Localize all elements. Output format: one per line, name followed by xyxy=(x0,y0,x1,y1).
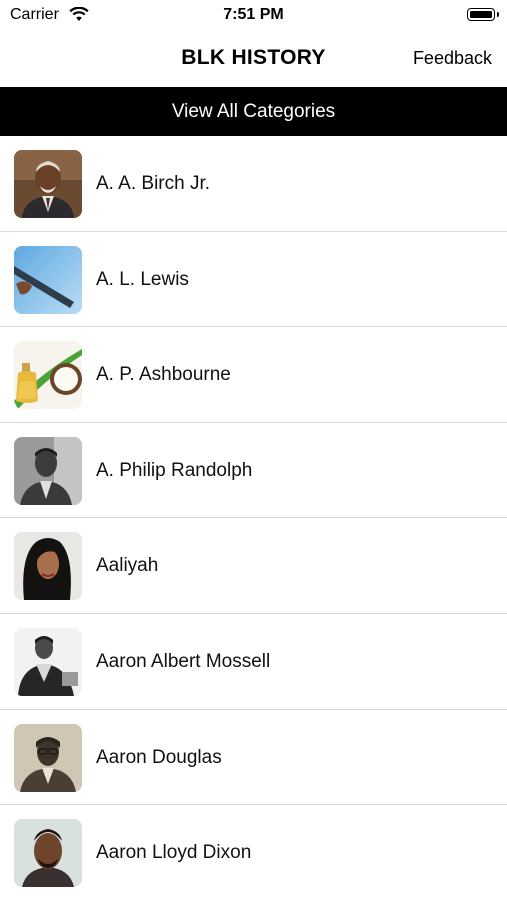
list-item[interactable]: A. L. Lewis xyxy=(0,232,507,328)
portrait-photo-sepia xyxy=(14,723,82,792)
portrait-photo-bw xyxy=(14,627,82,696)
list-item-label: A. L. Lewis xyxy=(96,268,189,290)
list-item-label: A. A. Birch Jr. xyxy=(96,173,211,194)
people-list: A. A. Birch Jr. A. L. Lewis A. P. Ashbou… xyxy=(0,136,507,901)
portrait-photo xyxy=(14,532,82,601)
list-item-label: Aaron Albert Mossell xyxy=(96,650,271,672)
list-item[interactable]: Aaron Lloyd Dixon xyxy=(0,805,507,901)
list-item[interactable]: A. Philip Randolph xyxy=(0,423,507,519)
status-time: 7:51 PM xyxy=(223,6,284,23)
view-all-categories-button[interactable]: View All Categories xyxy=(0,87,507,136)
list-item[interactable]: A. A. Birch Jr. xyxy=(0,136,507,232)
list-item[interactable]: Aaliyah xyxy=(0,518,507,614)
portrait-photo-bw xyxy=(14,436,82,505)
list-item[interactable]: Aaron Albert Mossell xyxy=(0,614,507,710)
list-item-label: Aaron Lloyd Dixon xyxy=(96,842,252,864)
list-item[interactable]: A. P. Ashbourne xyxy=(0,327,507,423)
battery-icon xyxy=(467,8,499,21)
list-item-label: Aaliyah xyxy=(96,555,159,577)
list-item[interactable]: Aaron Douglas xyxy=(0,710,507,806)
status-bar: Carrier 7:51 PM xyxy=(0,0,507,32)
window-squeegee-photo xyxy=(14,245,82,314)
list-item-label: A. P. Ashbourne xyxy=(96,364,231,386)
list-item-label: Aaron Douglas xyxy=(96,746,222,768)
coconut-oil-photo xyxy=(14,341,82,410)
portrait-photo xyxy=(14,819,82,888)
list-item-label: A. Philip Randolph xyxy=(96,459,253,481)
feedback-button[interactable]: Feedback xyxy=(413,48,492,69)
portrait-photo xyxy=(14,150,82,218)
navigation-bar: BLK HISTORY Feedback xyxy=(0,32,507,87)
